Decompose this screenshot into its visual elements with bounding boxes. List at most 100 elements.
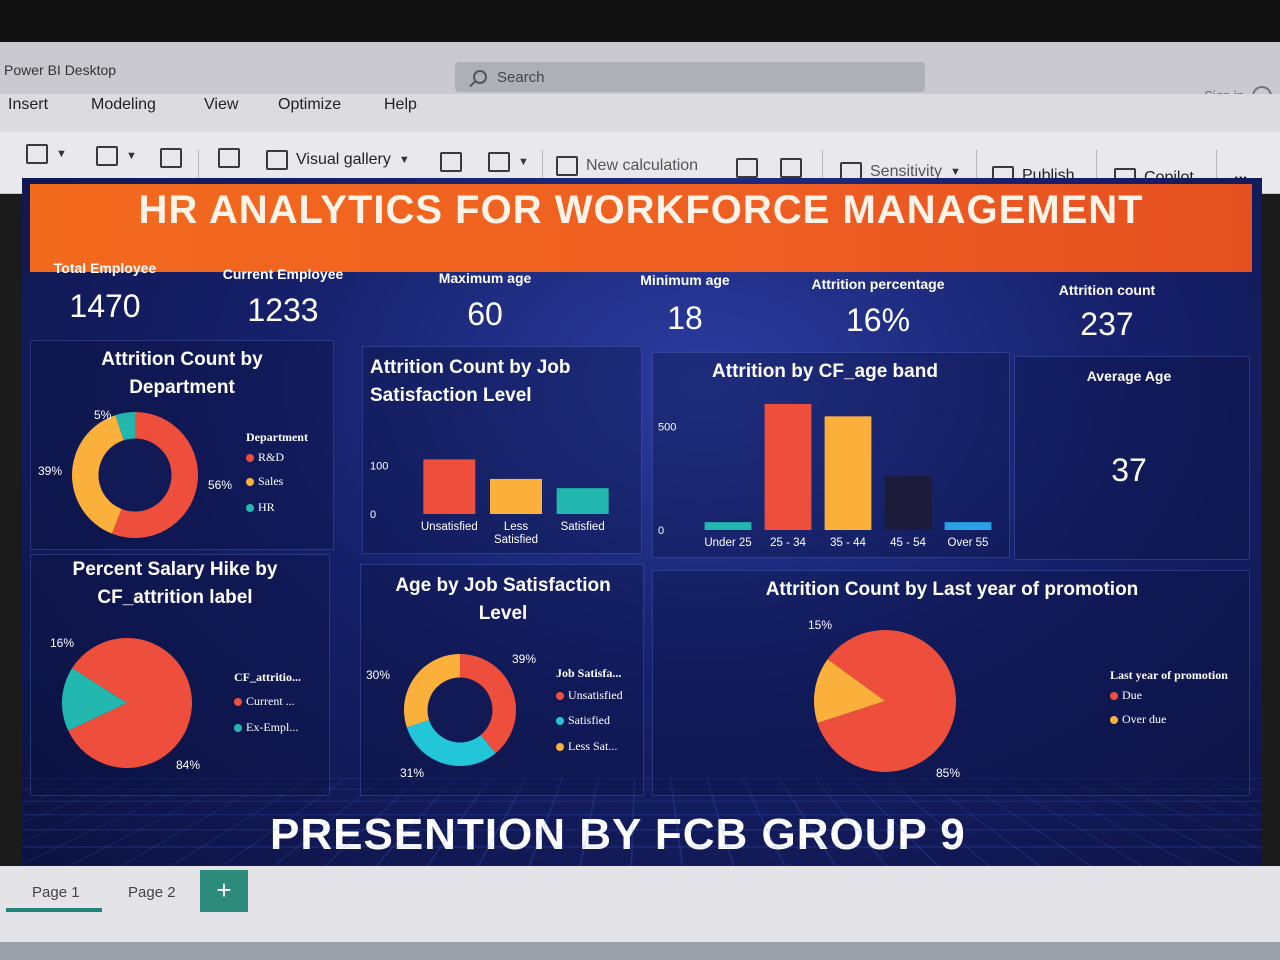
age-band-chart-title: Attrition by CF_age band bbox=[712, 361, 938, 382]
chevron-down-icon: ▼ bbox=[56, 148, 67, 160]
menu-bar bbox=[0, 94, 1280, 132]
visual-gallery-label: Visual gallery bbox=[296, 151, 391, 168]
visual-gallery-button[interactable]: Visual gallery ▼ bbox=[266, 150, 410, 170]
legend-dot bbox=[234, 697, 242, 706]
tab-page-2[interactable]: Page 2 bbox=[128, 884, 176, 901]
donut-label-rd: 56% bbox=[208, 478, 233, 492]
bar-35-44[interactable] bbox=[824, 416, 872, 530]
bar-over-55[interactable] bbox=[944, 522, 992, 530]
shapes-icon bbox=[488, 152, 510, 172]
legend-item-ex-employee[interactable]: Ex-Empl... bbox=[234, 720, 298, 735]
legend-item-due[interactable]: Due bbox=[1110, 688, 1142, 703]
pie-label-due: 85% bbox=[936, 766, 961, 780]
menu-modeling[interactable]: Modeling bbox=[91, 96, 156, 114]
legend-dot bbox=[246, 453, 254, 462]
age-band-bar-chart[interactable]: 500 0 Under 25 25 - 34 35 - 44 45 - 54 Over 55 bbox=[654, 402, 1008, 552]
bar-satisfied[interactable] bbox=[556, 488, 609, 514]
bar-under-25[interactable] bbox=[704, 522, 752, 530]
more-visuals-button[interactable]: ▼ bbox=[488, 152, 529, 172]
legend-item-sales[interactable]: Sales bbox=[246, 474, 283, 489]
age-satisfaction-donut-chart[interactable] bbox=[402, 652, 518, 768]
refresh-button[interactable] bbox=[160, 148, 182, 168]
salary-hike-pie-chart[interactable] bbox=[60, 636, 194, 770]
table-icon bbox=[96, 146, 118, 166]
y-tick-label: 0 bbox=[370, 509, 376, 521]
job-satisfaction-bar-chart[interactable]: 1000Unsatisfied LessSatisfiedSatisfied bbox=[366, 430, 636, 552]
donut-label-satisfied: 31% bbox=[400, 766, 425, 780]
menu-help[interactable]: Help bbox=[384, 96, 417, 114]
donut-label-sales: 39% bbox=[38, 464, 63, 478]
x-tick-label: 45 - 54 bbox=[890, 537, 926, 549]
x-tick-label: Unsatisfied bbox=[421, 521, 478, 533]
donut-label-less-satisfied: 30% bbox=[366, 668, 391, 682]
legend-item-current[interactable]: Current ... bbox=[234, 694, 295, 709]
legend-label: HR bbox=[258, 500, 275, 514]
calculator-button[interactable] bbox=[736, 158, 758, 178]
salary-hike-chart-title: Percent Salary Hike by CF_attrition labe… bbox=[72, 559, 278, 608]
promotion-pie-chart[interactable] bbox=[812, 628, 958, 774]
dashboard-title: HR ANALYTICS FOR WORKFORCE MANAGEMENT bbox=[30, 184, 1252, 272]
calculation-icon bbox=[556, 156, 578, 176]
x-tick-label: Less bbox=[504, 521, 529, 533]
salary-legend-title: CF_attritio... bbox=[234, 670, 301, 684]
department-chart-title: Attrition Count by Department bbox=[101, 349, 263, 398]
department-donut-chart[interactable] bbox=[70, 410, 200, 540]
tab-page-1[interactable]: Page 1 bbox=[32, 884, 80, 901]
legend-dot bbox=[1110, 715, 1118, 724]
legend-item-hr[interactable]: HR bbox=[246, 500, 275, 515]
kpi-current-employee-label: Current Employee bbox=[222, 266, 344, 282]
legend-item-less-satisfied[interactable]: Less Sat... bbox=[556, 739, 617, 754]
kpi-total-employee-value: 1470 bbox=[69, 288, 141, 324]
presentation-footer: PRESENTION BY FCB GROUP 9 bbox=[270, 810, 966, 859]
kpi-current-employee-value: 1233 bbox=[247, 292, 319, 328]
y-tick-label: 100 bbox=[370, 460, 388, 472]
legend-label: Less Sat... bbox=[568, 739, 618, 753]
menu-view[interactable]: View bbox=[204, 96, 238, 114]
menu-optimize[interactable]: Optimize bbox=[278, 96, 341, 114]
legend-label: Sales bbox=[258, 474, 284, 488]
search-box[interactable]: Search bbox=[455, 62, 925, 92]
y-tick-label: 0 bbox=[658, 525, 664, 537]
legend-item-rd[interactable]: R&D bbox=[246, 450, 284, 465]
legend-label: Over due bbox=[1122, 712, 1167, 726]
legend-item-satisfied[interactable]: Satisfied bbox=[556, 713, 610, 728]
legend-dot bbox=[556, 691, 564, 700]
average-age-value: 37 bbox=[1111, 452, 1147, 488]
monitor-bezel bbox=[0, 0, 1280, 42]
department-legend-title: Department bbox=[246, 430, 308, 444]
bar-less-satisfied[interactable] bbox=[490, 478, 542, 514]
format-button[interactable]: ▼ bbox=[96, 146, 137, 166]
job-satisfaction-chart-title: Attrition Count by Job Satisfaction Leve… bbox=[370, 357, 571, 406]
x-tick-label: Satisfied bbox=[561, 521, 605, 533]
bar-unsatisfied[interactable] bbox=[423, 459, 476, 514]
legend-dot bbox=[246, 477, 254, 486]
donut-label-unsatisfied: 39% bbox=[512, 652, 537, 666]
text-box-button[interactable] bbox=[440, 152, 462, 172]
menu-insert[interactable]: Insert bbox=[8, 96, 48, 114]
kpi-max-age-value: 60 bbox=[467, 296, 503, 332]
legend-item-over-due[interactable]: Over due bbox=[1110, 712, 1166, 727]
legend-label: R&D bbox=[258, 450, 285, 464]
average-age-label: Average Age bbox=[1086, 368, 1172, 384]
legend-label: Current ... bbox=[246, 694, 295, 708]
quick-measure-button[interactable] bbox=[780, 158, 802, 178]
y-tick-label: 500 bbox=[658, 422, 676, 434]
x-tick-label: 25 - 34 bbox=[770, 537, 806, 549]
legend-label: Satisfied bbox=[568, 713, 610, 727]
pie-label-over-due: 15% bbox=[808, 618, 833, 632]
x-tick-label: Satisfied bbox=[494, 534, 538, 546]
page-view-button[interactable]: ▼ bbox=[26, 144, 67, 164]
new-visual-button[interactable] bbox=[218, 148, 240, 168]
x-tick-label: Under 25 bbox=[704, 537, 751, 549]
pie-label-current: 84% bbox=[176, 758, 201, 772]
new-calculation-button[interactable]: New calculation bbox=[556, 156, 698, 176]
x-tick-label: 35 - 44 bbox=[830, 537, 866, 549]
refresh-icon bbox=[160, 148, 182, 168]
add-page-button[interactable]: + bbox=[200, 870, 248, 912]
x-tick-label: Over 55 bbox=[948, 537, 989, 549]
legend-item-unsatisfied[interactable]: Unsatisfied bbox=[556, 688, 623, 703]
bar-25-34[interactable] bbox=[764, 403, 812, 530]
bar-45-54[interactable] bbox=[884, 476, 932, 530]
legend-dot bbox=[234, 723, 242, 732]
legend-label: Due bbox=[1122, 688, 1142, 702]
